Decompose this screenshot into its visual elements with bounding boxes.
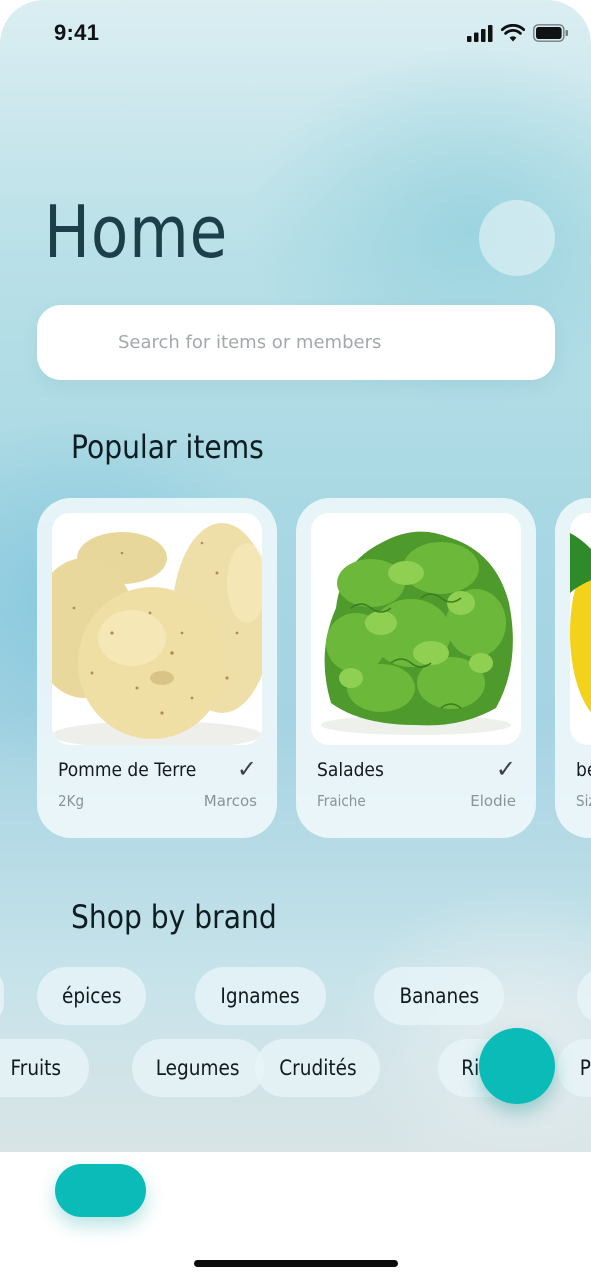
lettuce-image (311, 513, 521, 745)
product-name: Salades (317, 759, 384, 781)
product-owner: Marcos (203, 792, 257, 810)
brand-chip[interactable]: Legumes (132, 1039, 264, 1097)
brand-chip-label: épices (61, 984, 122, 1008)
tab-home-active[interactable] (55, 1164, 146, 1217)
bottom-tab-bar (0, 1152, 591, 1280)
popular-items-title: Popular items (71, 428, 264, 466)
product-card[interactable]: Pomme de Terre ✓ 2Kg Marcos (37, 498, 277, 838)
product-name: be (576, 759, 591, 781)
shop-by-brand-title: Shop by brand (71, 898, 277, 936)
potato-image (52, 513, 262, 745)
lemon-image (570, 513, 591, 745)
brand-chip[interactable]: épices (37, 967, 146, 1025)
brand-chip-label: Crudités (278, 1056, 357, 1080)
brand-chip[interactable]: Crudités (255, 1039, 380, 1097)
product-card[interactable]: Salades ✓ Fraiche Elodie (296, 498, 536, 838)
product-detail: 2Kg (58, 792, 85, 810)
product-detail: Fraiche (317, 792, 366, 810)
product-owner: Elodie (470, 792, 516, 810)
product-detail: Siz (576, 792, 591, 810)
wifi-icon (501, 24, 525, 42)
phone-screen: 9:41 Home Popular items (0, 0, 591, 1280)
brand-chip-label: P (579, 1056, 591, 1080)
brand-chip[interactable]: P (557, 1039, 591, 1097)
signal-icon (467, 24, 493, 42)
product-name: Pomme de Terre (58, 759, 197, 781)
status-time: 9:41 (54, 20, 100, 45)
brand-chip[interactable]: Fruits (0, 1039, 89, 1097)
profile-avatar[interactable] (479, 200, 555, 276)
check-icon[interactable]: ✓ (237, 755, 257, 783)
battery-icon (533, 24, 568, 42)
search-input[interactable] (118, 305, 538, 380)
brand-chip-label: Fruits (10, 1056, 62, 1080)
brand-chip-label: Bananes (399, 984, 479, 1008)
status-icons (467, 24, 569, 42)
home-indicator (194, 1260, 398, 1267)
brand-chip-label: Ignames (220, 984, 301, 1008)
product-card[interactable]: be Siz (555, 498, 591, 838)
brand-chip[interactable] (577, 967, 591, 1025)
brand-chip-label: Legumes (156, 1056, 240, 1080)
home-background: 9:41 Home Popular items (0, 0, 591, 1152)
floating-action-button[interactable] (479, 1028, 555, 1104)
brand-chip[interactable]: Bananes (374, 967, 504, 1025)
check-icon[interactable]: ✓ (496, 755, 516, 783)
brand-chip[interactable]: Ignames (195, 967, 326, 1025)
brand-chip-label: Ri (461, 1056, 480, 1080)
page-title: Home (44, 190, 229, 274)
brand-chip[interactable] (0, 967, 4, 1025)
search-bar[interactable] (37, 305, 555, 380)
